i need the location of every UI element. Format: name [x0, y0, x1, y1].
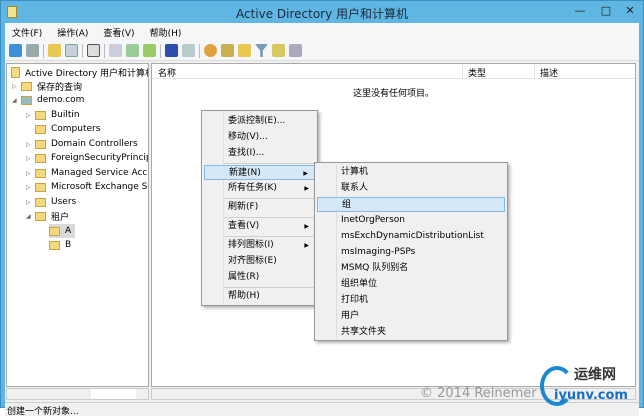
separator [199, 43, 200, 58]
folder-icon [35, 110, 46, 120]
context-menu: 委派控制(E)... 移动(V)... 查找(I)... 新建(N) ▶ 所有任务… [201, 110, 318, 306]
domain-icon [21, 95, 32, 105]
menu-item-align-icons[interactable]: 对齐图标(E) [204, 254, 315, 269]
menu-item-delegate[interactable]: 委派控制(E)... [204, 114, 315, 129]
submenu-item-ou[interactable]: 组织单位 [317, 277, 505, 292]
up-folder-icon[interactable] [48, 44, 61, 57]
minimize-button[interactable]: — [567, 1, 593, 21]
separator [82, 43, 83, 58]
separator [104, 43, 105, 58]
folder-icon [35, 153, 46, 163]
find-icon[interactable] [272, 44, 285, 57]
column-type[interactable]: 类型 [468, 66, 486, 79]
watermark: © 2014 Reinemer [420, 386, 537, 401]
site-logo: 运维网 iyunv.com [540, 362, 640, 408]
menu-item-new[interactable]: 新建(N) ▶ [204, 165, 315, 180]
folder-icon [35, 197, 46, 207]
properties-icon[interactable] [109, 44, 122, 57]
tree-item[interactable]: ▷ForeignSecurityPrincipals [26, 151, 148, 165]
menu-item-arrange-icons[interactable]: 排列图标(I) ▶ [204, 238, 315, 253]
new-group-icon[interactable] [221, 44, 234, 57]
tree-item[interactable]: ▷Microsoft Exchange Security Groups [26, 180, 148, 194]
window-title: Active Directory 用户和计算机 [235, 7, 409, 21]
tree-horizontal-scrollbar[interactable] [6, 388, 149, 400]
title-bar: Active Directory 用户和计算机 — □ ✕ [1, 1, 643, 23]
list-header: 名称 类型 描述 [152, 64, 635, 79]
column-description[interactable]: 描述 [540, 66, 558, 79]
ou-icon [49, 240, 60, 250]
menu-item-all-tasks[interactable]: 所有任务(K) ▶ [204, 181, 315, 196]
menu-view[interactable]: 查看(V) [96, 23, 142, 41]
submenu-item-contact[interactable]: 联系人 [317, 181, 505, 196]
show-tree-icon[interactable] [65, 44, 78, 57]
menu-item-find[interactable]: 查找(I)... [204, 146, 315, 161]
menu-item-properties[interactable]: 属性(R) [204, 270, 315, 285]
ad-icon [11, 66, 20, 78]
close-button[interactable]: ✕ [617, 1, 643, 21]
menu-bar: 文件(F) 操作(A) 查看(V) 帮助(H) [5, 23, 639, 41]
tree-item-selected[interactable]: A [49, 224, 76, 238]
tree-pane: Active Directory 用户和计算机 ▷ 保存的查询 ◢ demo.com… [6, 63, 149, 387]
submenu-item-printer[interactable]: 打印机 [317, 293, 505, 308]
empty-message: 这里没有任何项目。 [352, 89, 434, 99]
help-icon[interactable] [165, 44, 178, 57]
back-icon[interactable] [9, 44, 22, 57]
submenu-arrow-icon: ▶ [304, 242, 309, 249]
tree-item[interactable]: ▷Managed Service Accounts [26, 166, 148, 180]
console-icon[interactable] [182, 44, 195, 57]
ou-icon [35, 211, 46, 221]
submenu-item-user[interactable]: 用户 [317, 309, 505, 324]
menu-item-help[interactable]: 帮助(H) [204, 289, 315, 304]
menu-item-move[interactable]: 移动(V)... [204, 130, 315, 145]
tree-item[interactable]: ▷ Domain Controllers [26, 137, 138, 151]
submenu-arrow-icon: ▶ [304, 185, 309, 192]
filter-icon[interactable] [255, 44, 268, 57]
submenu-item-group[interactable]: 组 [317, 197, 505, 212]
export-icon[interactable] [143, 44, 156, 57]
submenu-item-computer[interactable]: 计算机 [317, 165, 505, 180]
menu-file[interactable]: 文件(F) [5, 23, 50, 41]
new-ou-icon[interactable] [238, 44, 251, 57]
separator [43, 43, 44, 58]
add-to-group-icon[interactable] [289, 44, 302, 57]
tree-item[interactable]: Computers [26, 122, 100, 136]
ou-icon [35, 139, 46, 149]
tree-item[interactable]: ▷ 保存的查询 [12, 79, 82, 93]
refresh-icon[interactable] [126, 44, 139, 57]
ou-icon [35, 182, 46, 192]
forward-icon[interactable] [26, 44, 39, 57]
submenu-item-msimaging[interactable]: msImaging-PSPs [317, 245, 505, 260]
ou-icon [49, 226, 60, 236]
menu-item-view[interactable]: 查看(V) ▶ [204, 219, 315, 234]
submenu-item-msmq-alias[interactable]: MSMQ 队列别名 [317, 261, 505, 276]
new-submenu: 计算机 联系人 组 InetOrgPerson msExchDynamicDis… [314, 162, 508, 341]
folder-icon [35, 124, 46, 134]
menu-item-refresh[interactable]: 刷新(F) [204, 200, 315, 215]
clipboard-icon[interactable] [87, 44, 100, 57]
tree-item[interactable]: B [49, 238, 71, 252]
tree-item[interactable]: ◢ 租户 [26, 209, 69, 223]
submenu-arrow-icon: ▶ [304, 223, 309, 230]
folder-icon [21, 81, 32, 91]
submenu-item-dynamic-dl[interactable]: msExchDynamicDistributionList [317, 229, 505, 244]
tree-root[interactable]: Active Directory 用户和计算机 [11, 65, 148, 79]
separator [160, 43, 161, 58]
submenu-arrow-icon: ▶ [303, 170, 308, 177]
new-user-icon[interactable] [204, 44, 217, 57]
submenu-item-shared-folder[interactable]: 共享文件夹 [317, 325, 505, 340]
tree-item[interactable]: ◢ demo.com [12, 93, 84, 107]
toolbar [5, 41, 639, 61]
menu-help[interactable]: 帮助(H) [143, 23, 190, 41]
tree-item[interactable]: ▷ Builtin [26, 108, 80, 122]
menu-action[interactable]: 操作(A) [50, 23, 96, 41]
tree-item[interactable]: ▷ Users [26, 195, 76, 209]
column-name[interactable]: 名称 [158, 66, 176, 79]
maximize-button[interactable]: □ [593, 1, 619, 21]
submenu-item-inetorgperson[interactable]: InetOrgPerson [317, 213, 505, 228]
folder-icon [35, 168, 46, 178]
